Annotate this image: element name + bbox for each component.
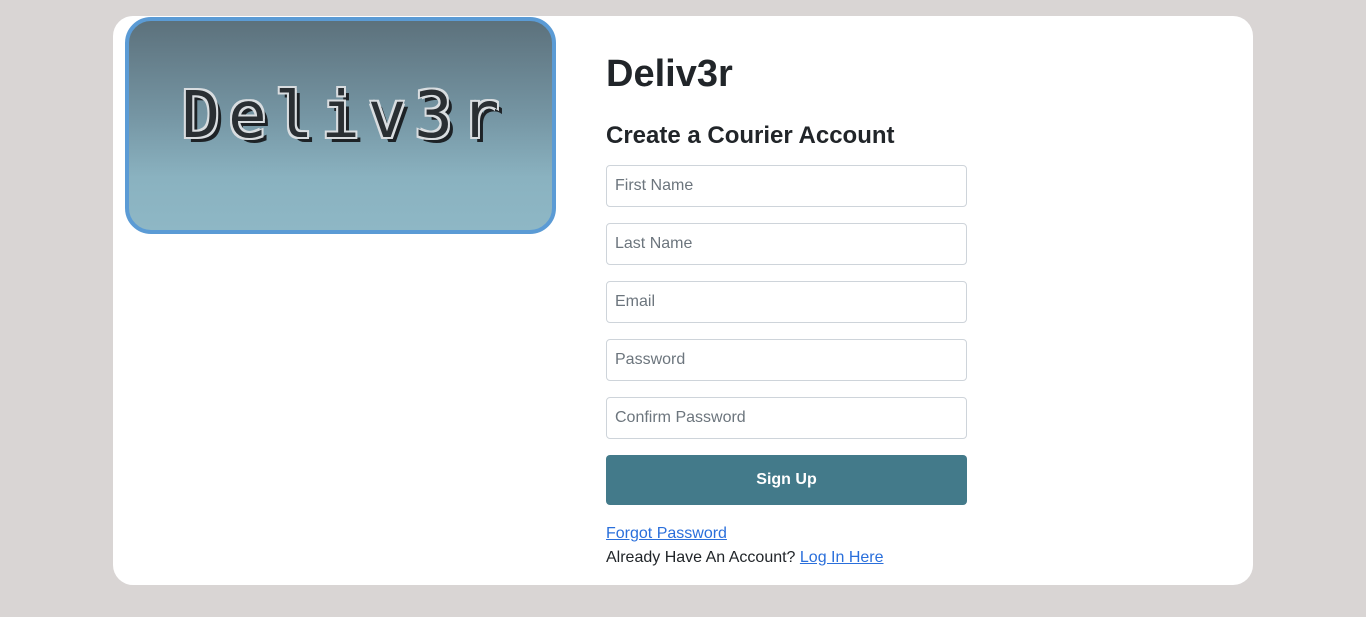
- forgot-password-link[interactable]: Forgot Password: [606, 524, 727, 544]
- logo-text: Deliv3r: [181, 78, 508, 153]
- deliv3r-logo: Deliv3r: [125, 17, 556, 234]
- form-heading: Create a Courier Account: [606, 122, 895, 149]
- password-input[interactable]: [606, 339, 967, 381]
- login-prompt: Already Have An Account? Log In Here: [606, 548, 884, 568]
- confirm-password-input[interactable]: [606, 397, 967, 439]
- email-input[interactable]: [606, 281, 967, 323]
- first-name-input[interactable]: [606, 165, 967, 207]
- log-in-here-link[interactable]: Log In Here: [800, 549, 884, 566]
- sign-up-button[interactable]: Sign Up: [606, 455, 967, 505]
- last-name-input[interactable]: [606, 223, 967, 265]
- signup-card: Deliv3r Deliv3r Create a Courier Account…: [113, 16, 1253, 585]
- already-account-text: Already Have An Account?: [606, 549, 796, 566]
- brand-title: Deliv3r: [606, 53, 733, 95]
